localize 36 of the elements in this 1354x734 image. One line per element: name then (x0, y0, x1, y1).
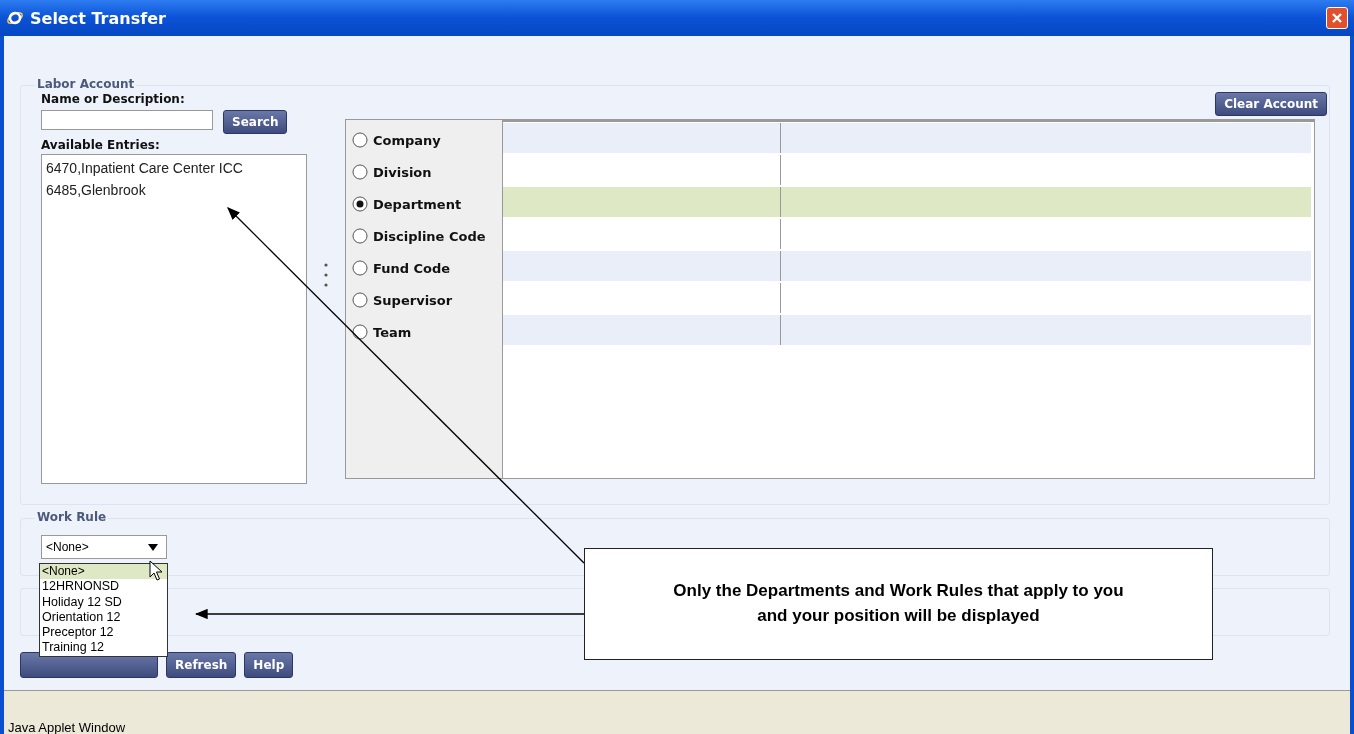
close-icon (1331, 12, 1343, 24)
panel-legend: Work Rule (35, 510, 109, 524)
level-radio[interactable]: Division (346, 156, 502, 188)
field-label: Name or Description: (41, 92, 186, 108)
table-row[interactable] (503, 187, 1311, 217)
menu-item[interactable]: Preceptor 12 (40, 625, 167, 641)
menu-item[interactable]: <None> (40, 564, 167, 580)
action-button[interactable]: Refresh (166, 652, 237, 678)
menu-item[interactable]: Training 12 (40, 640, 167, 656)
level-radio[interactable]: Department (346, 188, 502, 220)
name-input-field[interactable] (41, 110, 213, 130)
panel-legend: Labor Account (35, 77, 137, 91)
work-rule-dropdown[interactable]: <None> (41, 535, 167, 559)
level-radio[interactable]: Team (346, 316, 502, 348)
table-row[interactable] (503, 315, 1311, 345)
caret-icon (148, 543, 158, 551)
callout-text: Only the Departments and Work Rules that apply to you and your position will be displayed (672, 580, 1125, 627)
level-radio[interactable]: Company (346, 124, 502, 156)
menu-item[interactable]: Holiday 12 SD (40, 594, 167, 610)
level-radio[interactable]: Fund Code (346, 252, 502, 284)
menu-item[interactable]: Orientation 12 (40, 609, 167, 626)
level-radio[interactable]: Supervisor (346, 284, 502, 316)
table-row[interactable] (503, 123, 1311, 153)
list-item[interactable]: 6470,Inpatient Care Center ICC (46, 160, 302, 182)
search-button[interactable]: Search (223, 110, 288, 134)
browser-logo-icon (6, 9, 24, 27)
table-row[interactable] (503, 251, 1311, 281)
list-label: Available Entries: (41, 138, 161, 154)
close-button[interactable] (1326, 7, 1348, 29)
window-title: Select Transfer (30, 8, 167, 28)
action-button[interactable]: Help (244, 652, 294, 678)
list-item[interactable]: 6485,Glenbrook (46, 182, 302, 204)
clear-account-button[interactable]: Clear Account (1215, 92, 1327, 116)
level-radio[interactable]: Discipline Code (346, 220, 502, 252)
status-text: Java Applet Window (8, 720, 126, 734)
menu-item[interactable]: 12HRNONSD (40, 579, 167, 595)
